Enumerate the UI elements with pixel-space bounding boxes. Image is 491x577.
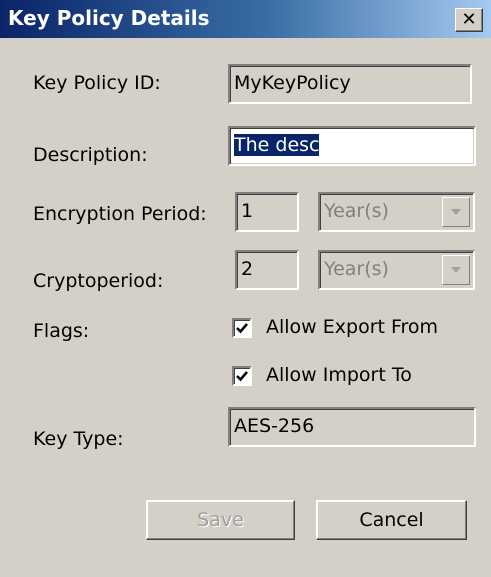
- allow-export-from-checkbox[interactable]: [232, 318, 252, 338]
- close-button[interactable]: ✕: [455, 8, 483, 32]
- flags-label: Flags:: [33, 320, 90, 342]
- key-policy-id-label: Key Policy ID:: [33, 72, 161, 94]
- key-type-value: AES-256: [234, 415, 315, 437]
- encryption-period-field[interactable]: 1: [235, 192, 299, 232]
- key-policy-id-value: MyKeyPolicy: [234, 72, 351, 94]
- cryptoperiod-value: 2: [241, 258, 254, 280]
- allow-export-from-option[interactable]: Allow Export From: [232, 316, 462, 342]
- allow-import-to-checkbox[interactable]: [232, 366, 252, 386]
- description-label: Description:: [33, 144, 148, 166]
- chevron-down-icon[interactable]: [442, 255, 470, 285]
- cryptoperiod-field[interactable]: 2: [235, 250, 299, 290]
- save-button-label: Save: [197, 509, 244, 531]
- chevron-down-icon[interactable]: [442, 197, 470, 227]
- key-type-label: Key Type:: [33, 428, 124, 450]
- cancel-button-label: Cancel: [359, 509, 424, 531]
- key-type-field[interactable]: AES-256: [228, 407, 476, 447]
- encryption-period-label: Encryption Period:: [33, 203, 207, 225]
- description-input[interactable]: The desc: [228, 126, 476, 166]
- dialog-title: Key Policy Details: [8, 6, 210, 30]
- checkmark-icon: [236, 371, 248, 382]
- allow-import-to-option[interactable]: Allow Import To: [232, 364, 462, 390]
- save-button[interactable]: Save: [146, 500, 295, 540]
- encryption-period-unit-value: Year(s): [324, 200, 389, 222]
- encryption-period-unit-select[interactable]: Year(s): [318, 192, 475, 232]
- allow-export-from-label: Allow Export From: [266, 316, 439, 338]
- cancel-button[interactable]: Cancel: [316, 500, 467, 540]
- key-policy-id-field[interactable]: MyKeyPolicy: [228, 64, 472, 104]
- key-policy-dialog: Key Policy Details ✕ Key Policy ID: MyKe…: [0, 0, 491, 577]
- checkmark-icon: [236, 323, 248, 334]
- allow-import-to-label: Allow Import To: [266, 364, 412, 386]
- description-value: The desc: [234, 134, 320, 156]
- cryptoperiod-label: Cryptoperiod:: [33, 270, 164, 292]
- cryptoperiod-unit-select[interactable]: Year(s): [318, 250, 475, 290]
- close-icon: ✕: [461, 9, 477, 30]
- cryptoperiod-unit-value: Year(s): [324, 258, 389, 280]
- encryption-period-value: 1: [241, 200, 254, 222]
- title-bar[interactable]: Key Policy Details ✕: [0, 0, 491, 38]
